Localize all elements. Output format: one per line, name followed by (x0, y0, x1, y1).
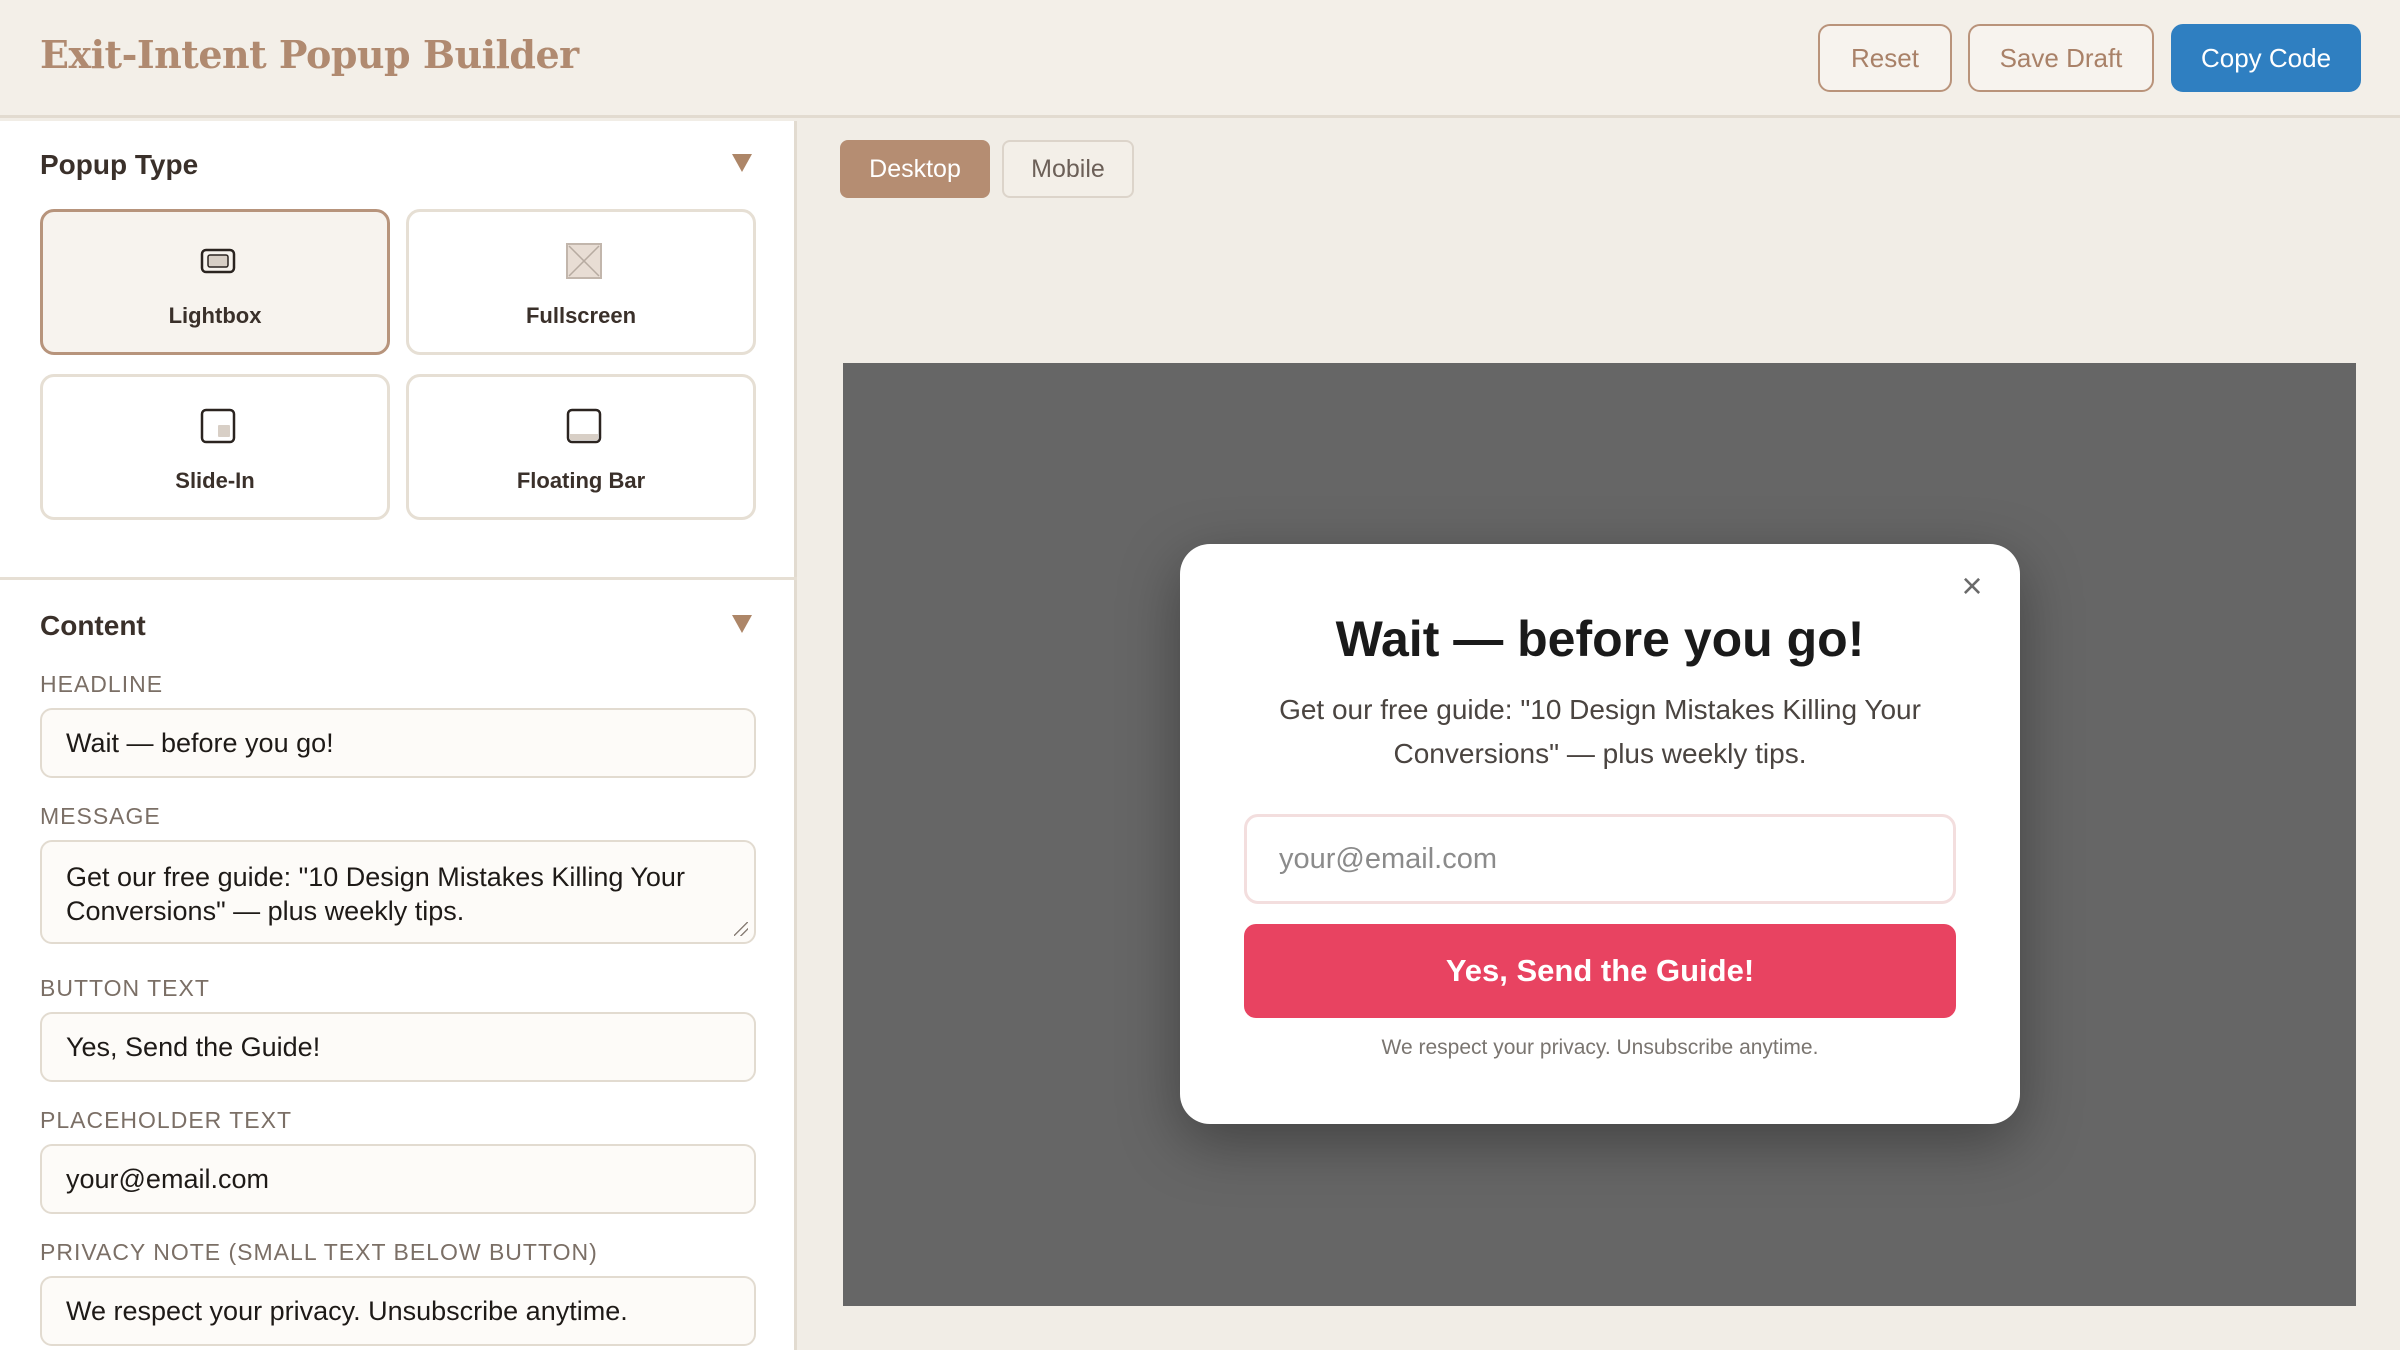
popup-headline: Wait — before you go! (1335, 611, 1865, 667)
message-text: Get our free guide: "10 Design Mistakes … (66, 862, 685, 926)
app-title: Exit-Intent Popup Builder (40, 32, 579, 77)
popup-type-heading: Popup Type (40, 149, 199, 180)
placeholder-text-label: PLACEHOLDER TEXT (40, 1107, 293, 1133)
popup-preview: × Wait — before you go! Get our free gui… (1180, 544, 2020, 1124)
headline-label: HEADLINE (40, 671, 164, 697)
headline-input[interactable]: Wait — before you go! (40, 708, 756, 778)
popup-cta-button[interactable]: Yes, Send the Guide! (1244, 924, 1956, 1018)
popup-type-label: Slide-In (175, 468, 255, 493)
floating-bar-icon (566, 408, 602, 444)
popup-type-fullscreen[interactable]: Fullscreen (406, 209, 756, 355)
popup-type-label: Fullscreen (525, 303, 637, 328)
popup-type-floating-bar[interactable]: Floating Bar (406, 374, 756, 520)
popup-type-lightbox[interactable]: Lightbox (40, 209, 390, 355)
fullscreen-icon (566, 243, 602, 279)
button-text-input[interactable]: Yes, Send the Guide! (40, 1012, 756, 1082)
copy-code-button[interactable]: Copy Code (2171, 24, 2361, 92)
close-icon[interactable]: × (1956, 568, 1988, 604)
privacy-note-input[interactable]: We respect your privacy. Unsubscribe any… (40, 1276, 756, 1346)
button-text-label: BUTTON TEXT (40, 975, 210, 1001)
popup-type-collapse-icon[interactable] (732, 154, 752, 172)
popup-type-label: Floating Bar (516, 468, 646, 493)
popup-type-slide-in[interactable]: Slide-In (40, 374, 390, 520)
slide-in-icon (200, 408, 236, 444)
lightbox-icon (200, 248, 236, 274)
content-heading: Content (40, 610, 146, 641)
settings-sidebar: Popup Type Lightbox Fullscreen Slide-In … (0, 121, 797, 1350)
reset-button[interactable]: Reset (1818, 24, 1952, 92)
privacy-note-label: PRIVACY NOTE (SMALL TEXT BELOW BUTTON) (40, 1239, 598, 1265)
message-textarea[interactable]: Get our free guide: "10 Design Mistakes … (40, 840, 756, 944)
section-divider (0, 577, 797, 580)
save-draft-button[interactable]: Save Draft (1968, 24, 2154, 92)
popup-type-label: Lightbox (168, 303, 262, 328)
tab-mobile[interactable]: Mobile (1002, 140, 1134, 198)
popup-privacy-note: We respect your privacy. Unsubscribe any… (1381, 1036, 1819, 1059)
top-bar: Exit-Intent Popup Builder Reset Save Dra… (0, 0, 2400, 118)
content-collapse-icon[interactable] (732, 615, 752, 633)
message-label: MESSAGE (40, 803, 161, 829)
popup-message: Get our free guide: "10 Design Mistakes … (1279, 694, 1921, 769)
popup-email-input[interactable]: your@email.com (1244, 814, 1956, 904)
placeholder-text-input[interactable]: your@email.com (40, 1144, 756, 1214)
tab-desktop[interactable]: Desktop (840, 140, 990, 198)
resize-handle-icon[interactable] (734, 922, 748, 936)
